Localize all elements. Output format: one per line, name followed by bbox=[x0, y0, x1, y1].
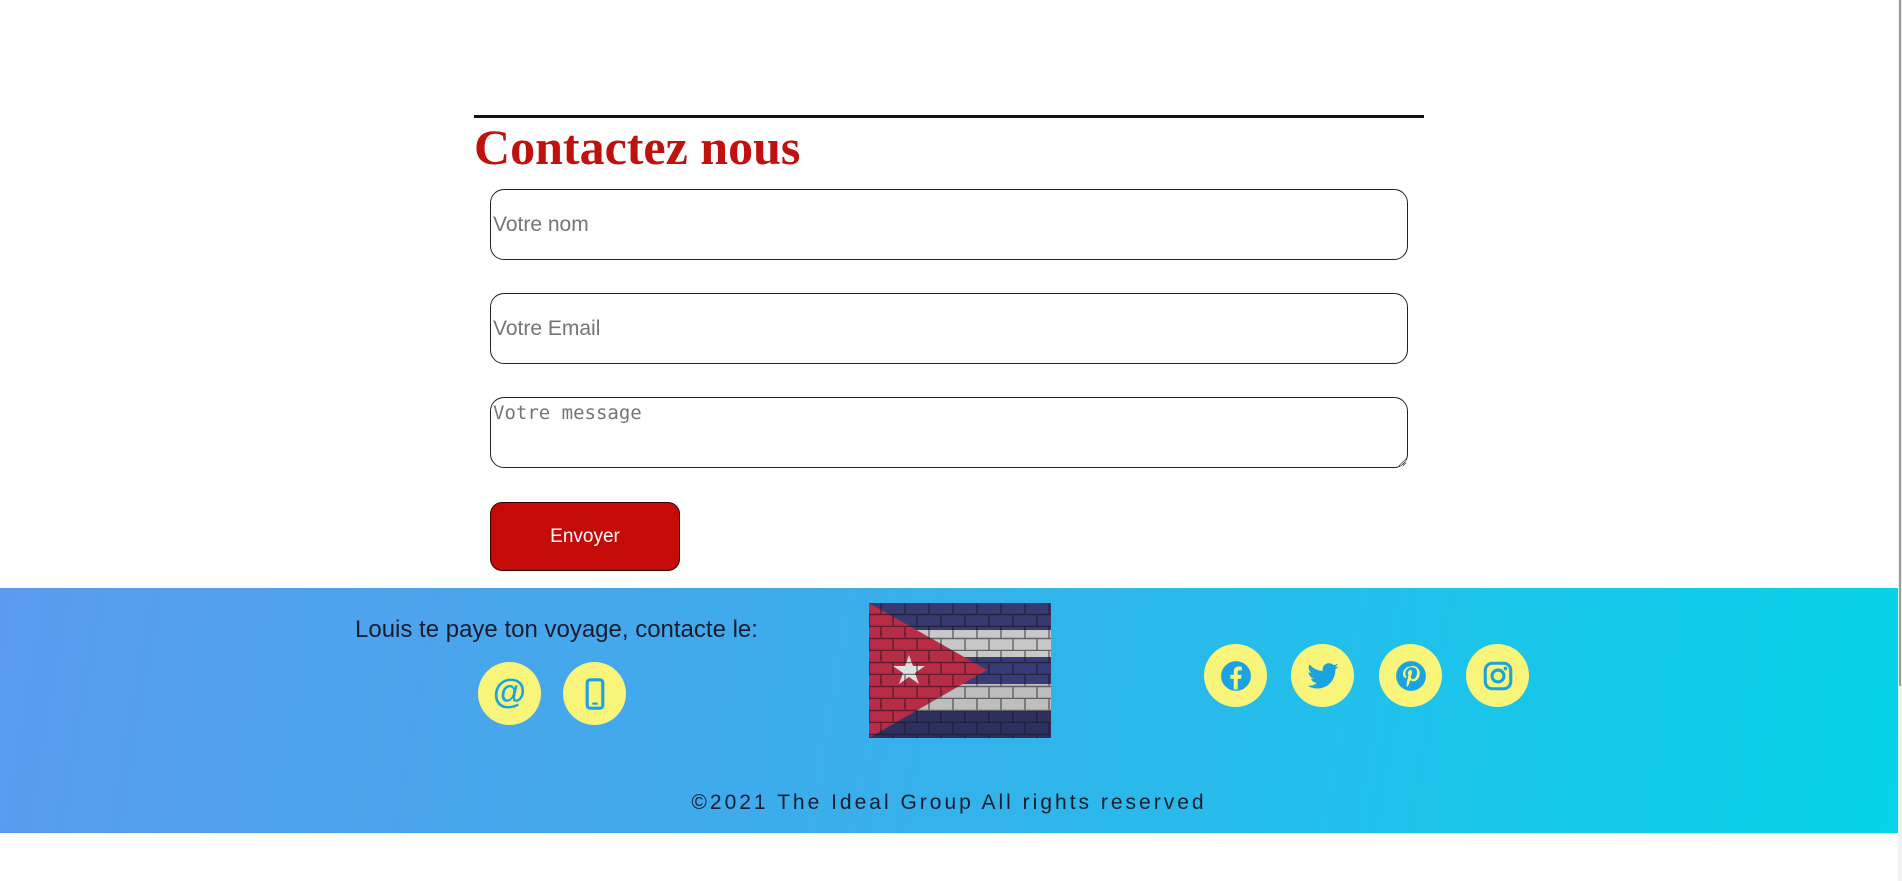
copyright-text: ©2021 The Ideal Group All rights reserve… bbox=[691, 791, 1207, 814]
twitter-icon bbox=[1306, 662, 1339, 688]
name-input[interactable] bbox=[490, 189, 1408, 260]
footer: Louis te paye ton voyage, contacte le: @ bbox=[0, 588, 1898, 833]
page: Contactez nous Envoyer Louis te paye ton… bbox=[0, 0, 1898, 881]
twitter-link[interactable] bbox=[1291, 644, 1354, 707]
instagram-icon bbox=[1483, 661, 1512, 690]
instagram-link[interactable] bbox=[1466, 644, 1529, 707]
contact-title: Contactez nous bbox=[474, 119, 801, 175]
pinterest-icon bbox=[1395, 660, 1426, 691]
cuba-flag-image bbox=[869, 603, 1051, 738]
send-button[interactable]: Envoyer bbox=[490, 502, 680, 571]
phone-contact-button[interactable] bbox=[563, 662, 626, 725]
pinterest-link[interactable] bbox=[1379, 644, 1442, 707]
message-textarea[interactable] bbox=[490, 397, 1408, 468]
email-contact-button[interactable]: @ bbox=[478, 662, 541, 725]
mobile-phone-icon bbox=[585, 677, 604, 710]
at-sign-icon: @ bbox=[492, 672, 527, 711]
footer-tagline: Louis te paye ton voyage, contacte le: bbox=[355, 616, 758, 643]
vertical-scrollbar-thumb[interactable] bbox=[1899, 0, 1901, 686]
facebook-icon bbox=[1220, 660, 1251, 691]
email-input[interactable] bbox=[490, 293, 1408, 364]
facebook-link[interactable] bbox=[1204, 644, 1267, 707]
